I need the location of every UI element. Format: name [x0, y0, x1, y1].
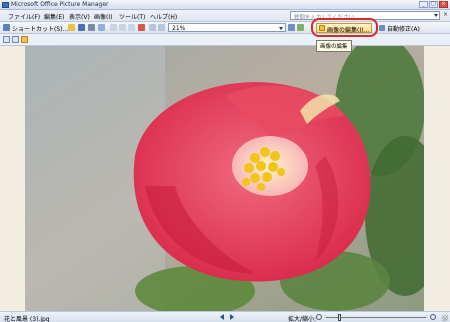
auto-correct-icon[interactable] — [379, 25, 385, 31]
title-bar: Microsoft Office Picture Manager _ □ × — [0, 0, 450, 10]
zoom-in-status-icon[interactable] — [430, 314, 436, 320]
zoom-in-icon[interactable] — [288, 24, 295, 31]
save-icon[interactable] — [78, 24, 85, 31]
zoom-label: 拡大/縮小: — [288, 316, 317, 322]
open-folder-icon[interactable] — [68, 24, 75, 31]
undo-icon[interactable] — [149, 24, 156, 31]
window-title: Microsoft Office Picture Manager — [11, 1, 109, 8]
next-picture-icon[interactable] — [230, 314, 234, 320]
shortcut-icon[interactable] — [3, 24, 10, 31]
redo-icon[interactable] — [158, 24, 165, 31]
menu-picture[interactable]: 画像(I) — [94, 12, 112, 21]
menu-bar: ファイル(F) 編集(E) 表示(V) 画像(I) ツール(T) ヘルプ(H) … — [0, 10, 450, 22]
dropdown-arrow-icon[interactable] — [434, 14, 438, 17]
window-controls: _ □ × — [419, 1, 448, 8]
camellia-photo — [25, 46, 424, 311]
single-picture-view-button[interactable] — [21, 36, 28, 43]
delete-icon[interactable] — [138, 24, 145, 31]
thumbnail-view-button[interactable] — [3, 36, 10, 43]
toolbar: ショートカット(S)... 21% 画像の編集(I)... 自動修正(A) — [0, 22, 450, 34]
status-filename: 花と風景 (3).jpg — [4, 316, 50, 322]
chevron-down-icon[interactable] — [279, 27, 283, 30]
picture-canvas — [0, 46, 450, 311]
app-icon — [2, 2, 9, 8]
add-shortcut-button[interactable]: ショートカット(S)... — [12, 24, 68, 33]
filmstrip-view-button[interactable] — [12, 36, 19, 43]
status-bar: 花と風景 (3).jpg 拡大/縮小: — [0, 311, 450, 322]
paste-icon[interactable] — [128, 24, 135, 31]
auto-correct-button[interactable]: 自動修正(A) — [387, 24, 420, 33]
document-close-button[interactable]: × — [443, 11, 448, 18]
menu-view[interactable]: 表示(V) — [69, 12, 90, 21]
zoom-out-icon[interactable] — [316, 314, 322, 320]
menu-file[interactable]: ファイル(F) — [8, 12, 40, 21]
email-icon[interactable] — [98, 24, 105, 31]
edit-picture-tooltip: 画像の編集 — [316, 40, 352, 52]
view-toolbar — [0, 34, 450, 46]
resize-grip-icon[interactable] — [442, 315, 448, 321]
flower-image — [25, 46, 424, 311]
close-button[interactable]: × — [439, 1, 448, 8]
menu-tools[interactable]: ツール(T) — [119, 12, 145, 21]
minimize-button[interactable]: _ — [419, 1, 428, 8]
cut-icon[interactable] — [110, 24, 117, 31]
menu-edit[interactable]: 編集(E) — [44, 12, 64, 21]
zoom-value: 21% — [172, 25, 186, 32]
zoom-select[interactable]: 21% — [168, 23, 286, 32]
zoom-slider-thumb[interactable] — [338, 314, 341, 321]
print-icon[interactable] — [88, 24, 95, 31]
highlight-ring — [311, 18, 378, 37]
previous-picture-icon[interactable] — [220, 314, 224, 320]
menu-help[interactable]: ヘルプ(H) — [150, 12, 177, 21]
zoom-slider-track[interactable] — [326, 317, 426, 318]
maximize-button[interactable]: □ — [429, 1, 438, 8]
rotate-icon[interactable] — [297, 24, 304, 31]
copy-icon[interactable] — [119, 24, 126, 31]
